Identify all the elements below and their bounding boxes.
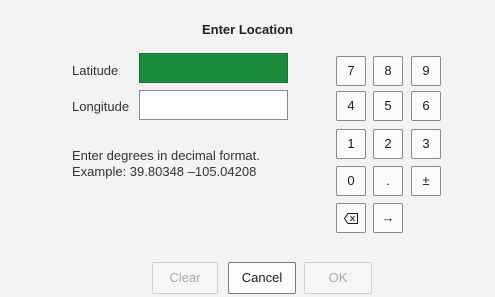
longitude-field[interactable] — [139, 90, 288, 120]
key-3[interactable]: 3 — [411, 129, 441, 159]
dialog-title: Enter Location — [201, 22, 293, 37]
latitude-field[interactable] — [139, 53, 288, 83]
next-field-key[interactable]: → — [373, 203, 403, 233]
key-0[interactable]: 0 — [336, 166, 366, 196]
backspace-icon — [344, 213, 358, 224]
format-hint-line: Enter degrees in decimal format. — [72, 148, 260, 163]
latitude-label: Latitude — [72, 63, 119, 78]
key-decimal-point[interactable]: . — [373, 166, 403, 196]
clear-button[interactable]: Clear — [152, 262, 218, 294]
key-6[interactable]: 6 — [411, 91, 441, 121]
key-5[interactable]: 5 — [373, 91, 403, 121]
key-2[interactable]: 2 — [373, 129, 403, 159]
ok-button[interactable]: OK — [304, 262, 372, 294]
format-example-line: Example: 39.80348 –105.04208 — [72, 164, 257, 179]
arrow-right-icon: → — [381, 210, 395, 225]
key-8[interactable]: 8 — [373, 56, 403, 86]
key-1[interactable]: 1 — [336, 129, 366, 159]
format-hint: Enter degrees in decimal format. Example… — [72, 148, 260, 180]
key-4[interactable]: 4 — [336, 91, 366, 121]
key-9[interactable]: 9 — [411, 56, 441, 86]
key-plus-minus[interactable]: ± — [411, 166, 441, 196]
key-7[interactable]: 7 — [336, 56, 366, 86]
backspace-key[interactable] — [336, 203, 366, 233]
longitude-label: Longitude — [72, 99, 130, 114]
enter-location-dialog: Enter Location Latitude Longitude Enter … — [0, 0, 495, 297]
cancel-button[interactable]: Cancel — [228, 262, 296, 294]
